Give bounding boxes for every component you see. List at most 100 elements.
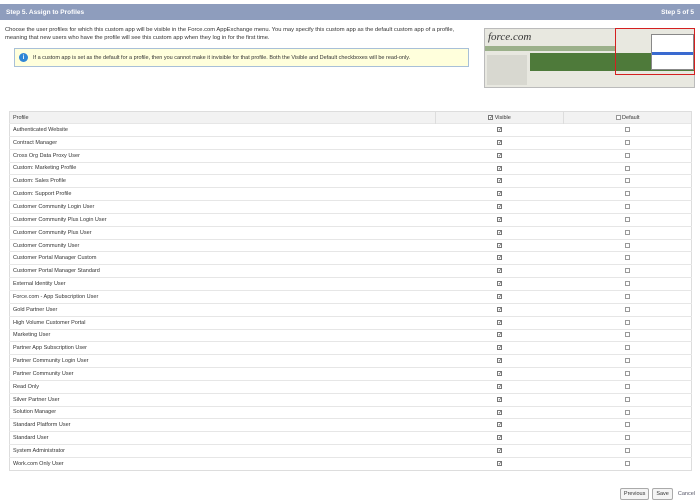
visible-checkbox[interactable]: ✓: [497, 204, 502, 210]
highlight-box: [615, 28, 695, 75]
visible-checkbox[interactable]: ✓: [497, 216, 502, 222]
profile-name: External Identity User: [9, 277, 436, 291]
cancel-link[interactable]: Cancel: [676, 489, 697, 499]
default-checkbox[interactable]: [624, 306, 630, 312]
visible-checkbox[interactable]: ✓: [497, 460, 502, 466]
visible-checkbox[interactable]: ✓: [497, 242, 502, 248]
app-dropdown-preview: [651, 34, 694, 70]
visible-checkbox[interactable]: ✓: [497, 422, 502, 428]
profile-name: Custom: Support Profile: [9, 187, 436, 201]
visible-checkbox[interactable]: ✓: [497, 178, 502, 184]
default-checkbox[interactable]: [624, 204, 630, 210]
visible-checkbox[interactable]: ✓: [497, 371, 502, 377]
table-row: Marketing User ✓: [9, 328, 692, 342]
default-checkbox[interactable]: [624, 396, 630, 402]
info-message: i If a custom app is set as the default …: [14, 48, 469, 67]
profile-name: Custom: Sales Profile: [9, 174, 436, 188]
profile-name: Partner Community User: [9, 367, 436, 381]
table-row: Custom: Sales Profile ✓: [9, 174, 692, 188]
step-indicator: Step 5 of 5: [661, 8, 694, 16]
default-checkbox[interactable]: [624, 293, 630, 299]
default-checkbox[interactable]: [624, 383, 630, 389]
default-checkbox[interactable]: [624, 139, 630, 145]
table-row: Gold Partner User ✓: [9, 302, 692, 317]
table-row: Partner Community User ✓: [9, 367, 692, 381]
visible-checkbox[interactable]: ✓: [497, 383, 502, 389]
table-row: Contract Manager ✓: [9, 135, 692, 150]
visible-checkbox[interactable]: ✓: [497, 319, 502, 325]
default-checkbox[interactable]: [624, 435, 630, 441]
visible-checkbox[interactable]: ✓: [497, 229, 502, 235]
profile-name: Marketing User: [9, 328, 436, 342]
default-checkbox[interactable]: [624, 165, 630, 171]
profile-name: Partner Community Login User: [9, 354, 436, 368]
default-checkbox[interactable]: [624, 319, 630, 325]
save-button[interactable]: Save: [652, 488, 673, 500]
profile-name: Custom: Marketing Profile: [9, 161, 436, 175]
default-checkbox[interactable]: [624, 345, 630, 351]
default-checkbox[interactable]: [624, 216, 630, 222]
table-row: Solution Manager ✓: [9, 405, 692, 419]
default-checkbox[interactable]: [624, 409, 630, 415]
visible-checkbox[interactable]: ✓: [497, 139, 502, 145]
profile-name: Customer Portal Manager Standard: [9, 264, 436, 278]
profile-name: Customer Community Plus Login User: [9, 212, 436, 227]
visible-checkbox[interactable]: ✓: [497, 435, 502, 441]
visible-checkbox[interactable]: ✓: [497, 268, 502, 274]
profile-column-header: Profile: [9, 111, 436, 124]
default-checkbox[interactable]: [624, 229, 630, 235]
visible-checkbox[interactable]: ✓: [497, 255, 502, 261]
visible-checkbox[interactable]: ✓: [497, 332, 502, 338]
default-checkbox[interactable]: [624, 281, 630, 287]
default-checkbox[interactable]: [624, 371, 630, 376]
table-row: Customer Community User ✓: [9, 238, 692, 252]
table-row: Customer Community Plus Login User ✓: [9, 212, 692, 227]
visible-checkbox[interactable]: ✓: [497, 191, 502, 197]
default-checkbox[interactable]: [624, 422, 630, 428]
profile-name: Read Only: [9, 379, 436, 394]
visible-checkbox[interactable]: ✓: [497, 293, 502, 299]
visible-select-all-checkbox[interactable]: ✓: [488, 114, 493, 120]
default-checkbox[interactable]: [624, 448, 630, 454]
default-checkbox[interactable]: [624, 332, 630, 338]
visible-checkbox[interactable]: ✓: [497, 152, 502, 158]
profile-name: Force.com - App Subscription User: [9, 289, 436, 304]
visible-checkbox[interactable]: ✓: [497, 409, 502, 415]
default-checkbox[interactable]: [624, 178, 630, 184]
visible-column-header[interactable]: ✓ Visible: [435, 111, 564, 124]
step-header: Step 5. Assign to Profiles Step 5 of 5: [0, 4, 700, 20]
default-checkbox[interactable]: [624, 358, 630, 364]
default-checkbox[interactable]: [624, 255, 630, 261]
visible-checkbox[interactable]: ✓: [497, 396, 502, 402]
profile-name: Cross Org Data Proxy User: [9, 148, 436, 163]
visible-checkbox[interactable]: ✓: [497, 126, 502, 132]
table-row: System Administrator ✓: [9, 444, 692, 458]
profile-name: Standard User: [9, 431, 436, 445]
table-row: Standard Platform User ✓: [9, 418, 692, 432]
profile-name: Silver Partner User: [9, 392, 436, 407]
default-checkbox[interactable]: [624, 126, 630, 132]
default-checkbox[interactable]: [624, 460, 630, 466]
table-row: Partner App Subscription User ✓: [9, 341, 692, 355]
table-row: Cross Org Data Proxy User ✓: [9, 148, 692, 163]
default-checkbox[interactable]: [624, 242, 630, 248]
table-row: Customer Community Login User ✓: [9, 200, 692, 214]
profile-name: Solution Manager: [9, 405, 436, 419]
visible-checkbox[interactable]: ✓: [497, 281, 502, 287]
previous-button[interactable]: Previous: [619, 488, 650, 500]
default-checkbox[interactable]: [624, 152, 630, 158]
visible-checkbox[interactable]: ✓: [497, 165, 502, 171]
visible-checkbox[interactable]: ✓: [497, 306, 502, 312]
profile-name: Standard Platform User: [9, 418, 436, 432]
table-row: Customer Portal Manager Standard ✓: [9, 264, 692, 278]
visible-checkbox[interactable]: ✓: [497, 358, 502, 364]
table-row: Custom: Support Profile ✓: [9, 187, 692, 201]
profile-name: Work.com Only User: [9, 456, 436, 471]
visible-checkbox[interactable]: ✓: [497, 345, 502, 351]
default-checkbox[interactable]: [624, 191, 630, 197]
visible-checkbox[interactable]: ✓: [497, 448, 502, 454]
info-icon: i: [19, 53, 28, 62]
table-row: Custom: Marketing Profile ✓: [9, 161, 692, 175]
profile-name: Contract Manager: [9, 135, 436, 150]
default-checkbox[interactable]: [624, 268, 630, 274]
